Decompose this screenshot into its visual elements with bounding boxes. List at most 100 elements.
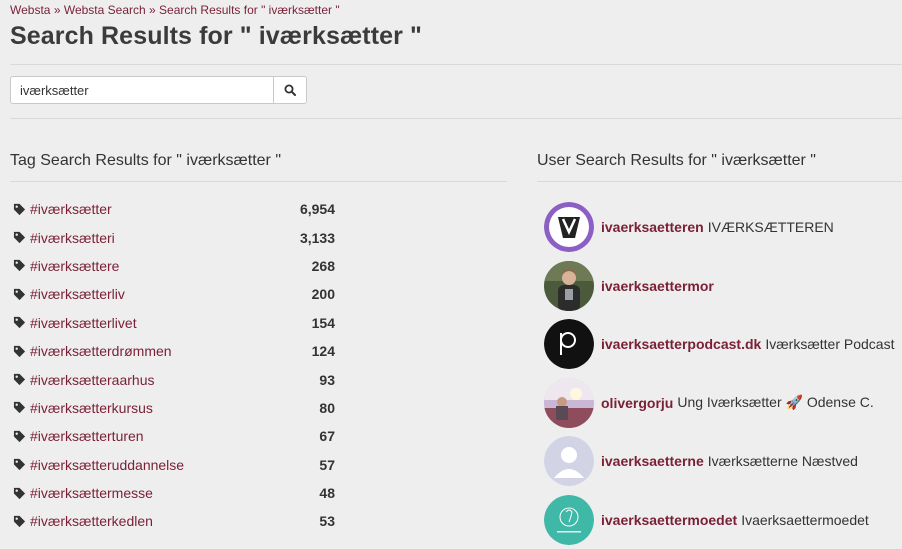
search-icon: [284, 84, 296, 96]
avatar[interactable]: [544, 436, 594, 486]
divider: [10, 64, 902, 65]
breadcrumb-separator: »: [54, 3, 61, 17]
breadcrumb-websta[interactable]: Websta: [10, 3, 50, 17]
tag-result-left: #iværksætteraarhus: [13, 372, 155, 388]
user-result-row: ivaerksaetterneIværksætterne Næstved: [544, 432, 902, 491]
username-link[interactable]: ivaerksaetterne: [601, 453, 704, 469]
search-form: [10, 76, 307, 104]
user-description: Ung Iværksætter 🚀 Odense C.: [677, 394, 873, 411]
tag-post-count: 57: [319, 457, 335, 473]
tag-icon: [13, 515, 26, 528]
username-link[interactable]: ivaerksaettermoedet: [601, 512, 737, 528]
tag-post-count: 124: [312, 343, 335, 359]
user-results-heading: User Search Results for " iværksætter ": [537, 152, 816, 170]
user-result-row: ivaerksaettermoedetIvaerksaettermoedet: [544, 491, 902, 549]
tag-post-count: 93: [319, 372, 335, 388]
tag-post-count: 200: [312, 286, 335, 302]
tag-link[interactable]: #iværksætteri: [30, 230, 115, 246]
tag-link[interactable]: #iværksætterliv: [30, 286, 125, 302]
tag-result-row: #iværksætteruddannelse 57: [13, 451, 335, 479]
tag-post-count: 6,954: [300, 201, 335, 217]
tag-post-count: 48: [319, 485, 335, 501]
tag-icon: [13, 430, 26, 443]
tag-result-row: #iværksætteraarhus 93: [13, 365, 335, 393]
tag-result-row: #iværksætteri 3,133: [13, 223, 335, 251]
tag-post-count: 53: [319, 513, 335, 529]
tag-link[interactable]: #iværksætter: [30, 201, 112, 217]
user-description: IVÆRKSÆTTEREN: [708, 219, 834, 235]
tag-link[interactable]: #iværksætteruddannelse: [30, 457, 184, 473]
tag-link[interactable]: #iværksættere: [30, 258, 119, 274]
divider: [10, 118, 902, 119]
tag-link[interactable]: #iværksætteraarhus: [30, 372, 155, 388]
tag-link[interactable]: #iværksætterdrømmen: [30, 343, 172, 359]
breadcrumb-current: Search Results for " iværksætter ": [159, 3, 340, 17]
tag-post-count: 154: [312, 315, 335, 331]
avatar[interactable]: [544, 202, 594, 252]
user-description: Iværksætterne Næstved: [708, 453, 858, 469]
tag-result-row: #iværksætterliv 200: [13, 280, 335, 308]
user-result-row: ivaerksaetterenIVÆRKSÆTTEREN: [544, 198, 902, 257]
tag-post-count: 268: [312, 258, 335, 274]
tag-icon: [13, 373, 26, 386]
breadcrumb: Websta » Websta Search » Search Results …: [10, 3, 340, 17]
tag-result-left: #iværksætter: [13, 201, 112, 217]
user-description: Iværksætter Podcast: [765, 336, 894, 352]
tag-link[interactable]: #iværksættermesse: [30, 485, 153, 501]
avatar[interactable]: [544, 495, 594, 545]
tag-link[interactable]: #iværksætterkedlen: [30, 513, 153, 529]
username-link[interactable]: ivaerksaetterpodcast.dk: [601, 336, 761, 352]
username-link[interactable]: olivergorju: [601, 395, 673, 411]
tag-result-left: #iværksætterkursus: [13, 400, 153, 416]
tag-icon: [13, 231, 26, 244]
tag-result-row: #iværksætter 6,954: [13, 195, 335, 223]
user-results-list: ivaerksaetterenIVÆRKSÆTTERENivaerksaette…: [544, 198, 902, 549]
tag-results-list: #iværksætter6,954#iværksætteri3,133#ivær…: [13, 195, 335, 536]
search-button[interactable]: [273, 77, 306, 103]
breadcrumb-separator: »: [149, 3, 156, 17]
divider: [537, 181, 902, 182]
tag-icon: [13, 458, 26, 471]
tag-link[interactable]: #iværksætterkursus: [30, 400, 153, 416]
tag-result-left: #iværksættere: [13, 258, 119, 274]
tag-result-row: #iværksætterkedlen 53: [13, 507, 335, 535]
tag-icon: [13, 316, 26, 329]
tag-icon: [13, 259, 26, 272]
tag-result-row: #iværksættermesse 48: [13, 479, 335, 507]
tag-post-count: 67: [319, 428, 335, 444]
user-description: Ivaerksaettermoedet: [741, 512, 869, 528]
tag-icon: [13, 487, 26, 500]
tag-results-heading: Tag Search Results for " iværksætter ": [10, 152, 281, 170]
page-title: Search Results for " iværksætter ": [10, 22, 422, 51]
tag-result-row: #iværksætterdrømmen 124: [13, 337, 335, 365]
username-link[interactable]: ivaerksaettermor: [601, 278, 714, 294]
avatar[interactable]: [544, 378, 594, 428]
search-input[interactable]: [11, 77, 273, 103]
avatar[interactable]: [544, 319, 594, 369]
tag-link[interactable]: #iværksætterturen: [30, 428, 144, 444]
breadcrumb-websta-search[interactable]: Websta Search: [64, 3, 146, 17]
user-result-row: olivergorjuUng Iværksætter 🚀 Odense C.: [544, 374, 902, 433]
tag-result-row: #iværksættere 268: [13, 252, 335, 280]
user-result-row: ivaerksaettermor: [544, 257, 902, 316]
tag-result-left: #iværksætterlivet: [13, 315, 137, 331]
tag-icon: [13, 401, 26, 414]
tag-result-row: #iværksætterlivet 154: [13, 309, 335, 337]
tag-icon: [13, 345, 26, 358]
tag-link[interactable]: #iværksætterlivet: [30, 315, 137, 331]
tag-result-left: #iværksættermesse: [13, 485, 153, 501]
tag-result-row: #iværksætterturen 67: [13, 422, 335, 450]
tag-icon: [13, 288, 26, 301]
tag-result-left: #iværksætterkedlen: [13, 513, 153, 529]
tag-result-left: #iværksætterdrømmen: [13, 343, 172, 359]
tag-result-left: #iværksætterturen: [13, 428, 144, 444]
tag-result-row: #iværksætterkursus 80: [13, 394, 335, 422]
avatar[interactable]: [544, 261, 594, 311]
tag-post-count: 80: [319, 400, 335, 416]
tag-result-left: #iværksætterliv: [13, 286, 125, 302]
divider: [10, 181, 507, 182]
tag-post-count: 3,133: [300, 230, 335, 246]
username-link[interactable]: ivaerksaetteren: [601, 219, 704, 235]
user-result-row: ivaerksaetterpodcast.dkIværksætter Podca…: [544, 315, 902, 374]
tag-result-left: #iværksætteri: [13, 230, 115, 246]
